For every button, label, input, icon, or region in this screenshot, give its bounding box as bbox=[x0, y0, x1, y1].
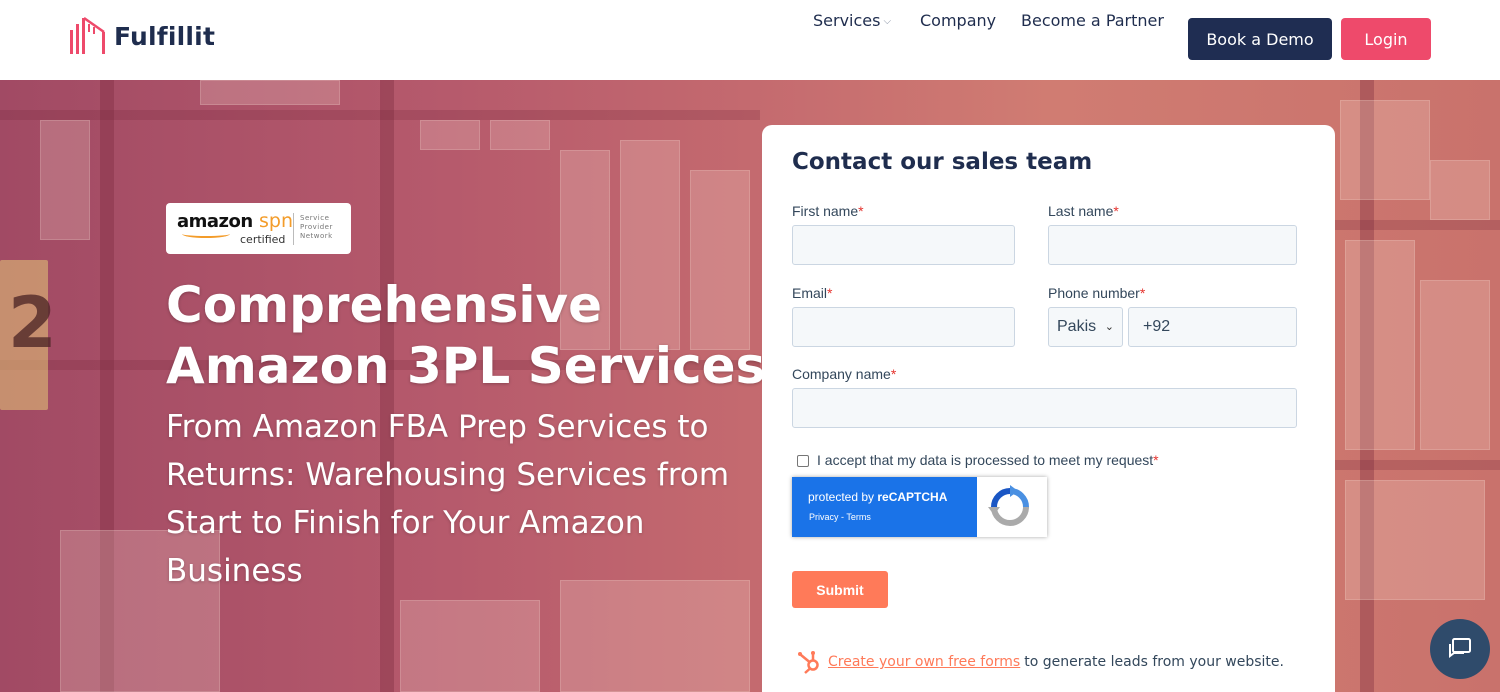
aisle-number-sign: 2 bbox=[0, 260, 57, 410]
company-label: Company name* bbox=[792, 366, 897, 382]
hero-title-line2: Amazon 3PL Services bbox=[166, 337, 766, 395]
box bbox=[490, 120, 550, 150]
fulfillit-logo[interactable]: Fulfillit bbox=[68, 16, 215, 56]
recaptcha-panel: protected by reCAPTCHA Privacy - Terms bbox=[792, 477, 977, 537]
box-stack bbox=[400, 600, 540, 692]
recaptcha-text: protected by reCAPTCHA bbox=[808, 490, 948, 504]
amazon-smile-icon bbox=[182, 230, 230, 238]
nav-company[interactable]: Company bbox=[920, 11, 996, 30]
box-stack bbox=[560, 580, 750, 692]
box-stack bbox=[1345, 480, 1485, 600]
contact-form-card: Contact our sales team First name* Last … bbox=[762, 125, 1335, 692]
rack-beam bbox=[0, 110, 760, 120]
email-label: Email* bbox=[792, 285, 833, 301]
chat-icon bbox=[1449, 638, 1471, 658]
consent-checkbox[interactable] bbox=[797, 455, 809, 467]
phone-field[interactable]: +92 bbox=[1128, 307, 1297, 347]
phone-label: Phone number* bbox=[1048, 285, 1146, 301]
submit-button[interactable]: Submit bbox=[792, 571, 888, 608]
box-stack bbox=[40, 120, 90, 240]
recaptcha-widget[interactable]: protected by reCAPTCHA Privacy - Terms bbox=[792, 477, 1047, 537]
nav-services[interactable]: Services ⌵ bbox=[813, 11, 891, 30]
chat-widget-button[interactable] bbox=[1430, 619, 1490, 679]
spn-wordmark: spn bbox=[259, 210, 294, 232]
certified-text: certified bbox=[240, 233, 286, 246]
recaptcha-icon bbox=[988, 485, 1029, 526]
consent-label[interactable]: I accept that my data is processed to me… bbox=[817, 452, 1159, 468]
rack-beam bbox=[1335, 460, 1500, 470]
last-name-label: Last name* bbox=[1048, 203, 1119, 219]
book-demo-button[interactable]: Book a Demo bbox=[1188, 18, 1332, 60]
box bbox=[420, 120, 480, 150]
create-free-forms-link[interactable]: Create your own free forms bbox=[828, 654, 1020, 670]
amazon-spn-badge: amazon spn certified Service Provider Netw… bbox=[166, 203, 351, 254]
form-title: Contact our sales team bbox=[792, 149, 1093, 175]
aisle-number: 2 bbox=[8, 282, 57, 364]
hubspot-footer-text: to generate leads from your website. bbox=[1024, 654, 1284, 670]
logo-text: Fulfillit bbox=[114, 21, 216, 51]
company-name-field[interactable] bbox=[792, 388, 1297, 428]
hero-title: Comprehensive Amazon 3PL Services bbox=[166, 275, 766, 397]
first-name-field[interactable] bbox=[792, 225, 1015, 265]
hero-title-line1: Comprehensive bbox=[166, 276, 603, 334]
email-field[interactable] bbox=[792, 307, 1015, 347]
box-stack bbox=[1430, 160, 1490, 220]
country-value: Pakis bbox=[1057, 318, 1097, 335]
box-stack bbox=[1420, 280, 1490, 450]
amazon-wordmark: amazon bbox=[177, 211, 253, 232]
nav-become-partner[interactable]: Become a Partner bbox=[1021, 11, 1164, 30]
box bbox=[200, 80, 340, 105]
site-header: Fulfillit Services ⌵ Company Become a Par… bbox=[0, 0, 1500, 80]
badge-divider bbox=[293, 213, 294, 245]
recaptcha-links[interactable]: Privacy - Terms bbox=[809, 512, 871, 522]
last-name-field[interactable] bbox=[1048, 225, 1297, 265]
nav-services-label: Services bbox=[813, 11, 881, 30]
chevron-down-icon: ⌵ bbox=[883, 16, 892, 27]
hero-subtitle: From Amazon FBA Prep Services to Returns… bbox=[166, 409, 730, 589]
box-stack bbox=[1345, 240, 1415, 450]
country-select[interactable]: Pakis ⌄ bbox=[1048, 307, 1123, 347]
first-name-label: First name* bbox=[792, 203, 864, 219]
network-text: Service Provider Network bbox=[300, 214, 333, 240]
logo-bars-icon bbox=[70, 16, 105, 54]
box-stack bbox=[1340, 100, 1430, 200]
chevron-down-icon: ⌄ bbox=[1104, 321, 1114, 333]
rack-beam bbox=[1335, 220, 1500, 230]
hubspot-footer: Create your own free forms to generate l… bbox=[796, 649, 1284, 675]
login-button[interactable]: Login bbox=[1341, 18, 1431, 60]
hubspot-sprocket-icon bbox=[798, 651, 819, 674]
phone-value: +92 bbox=[1143, 318, 1171, 335]
